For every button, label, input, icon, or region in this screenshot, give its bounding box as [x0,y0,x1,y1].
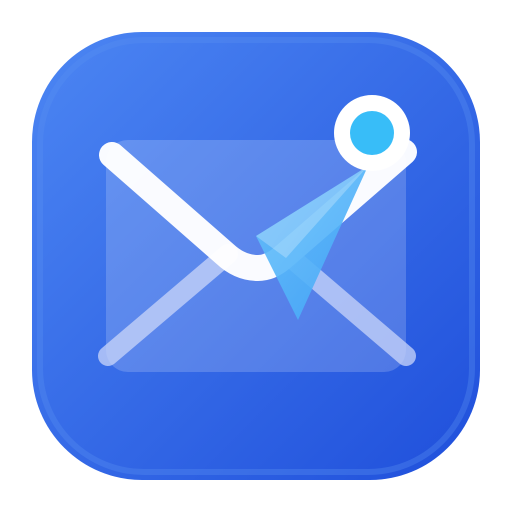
notification-badge [334,95,410,171]
app-icon-canvas [0,0,512,512]
mail-send-icon[interactable] [0,0,512,512]
